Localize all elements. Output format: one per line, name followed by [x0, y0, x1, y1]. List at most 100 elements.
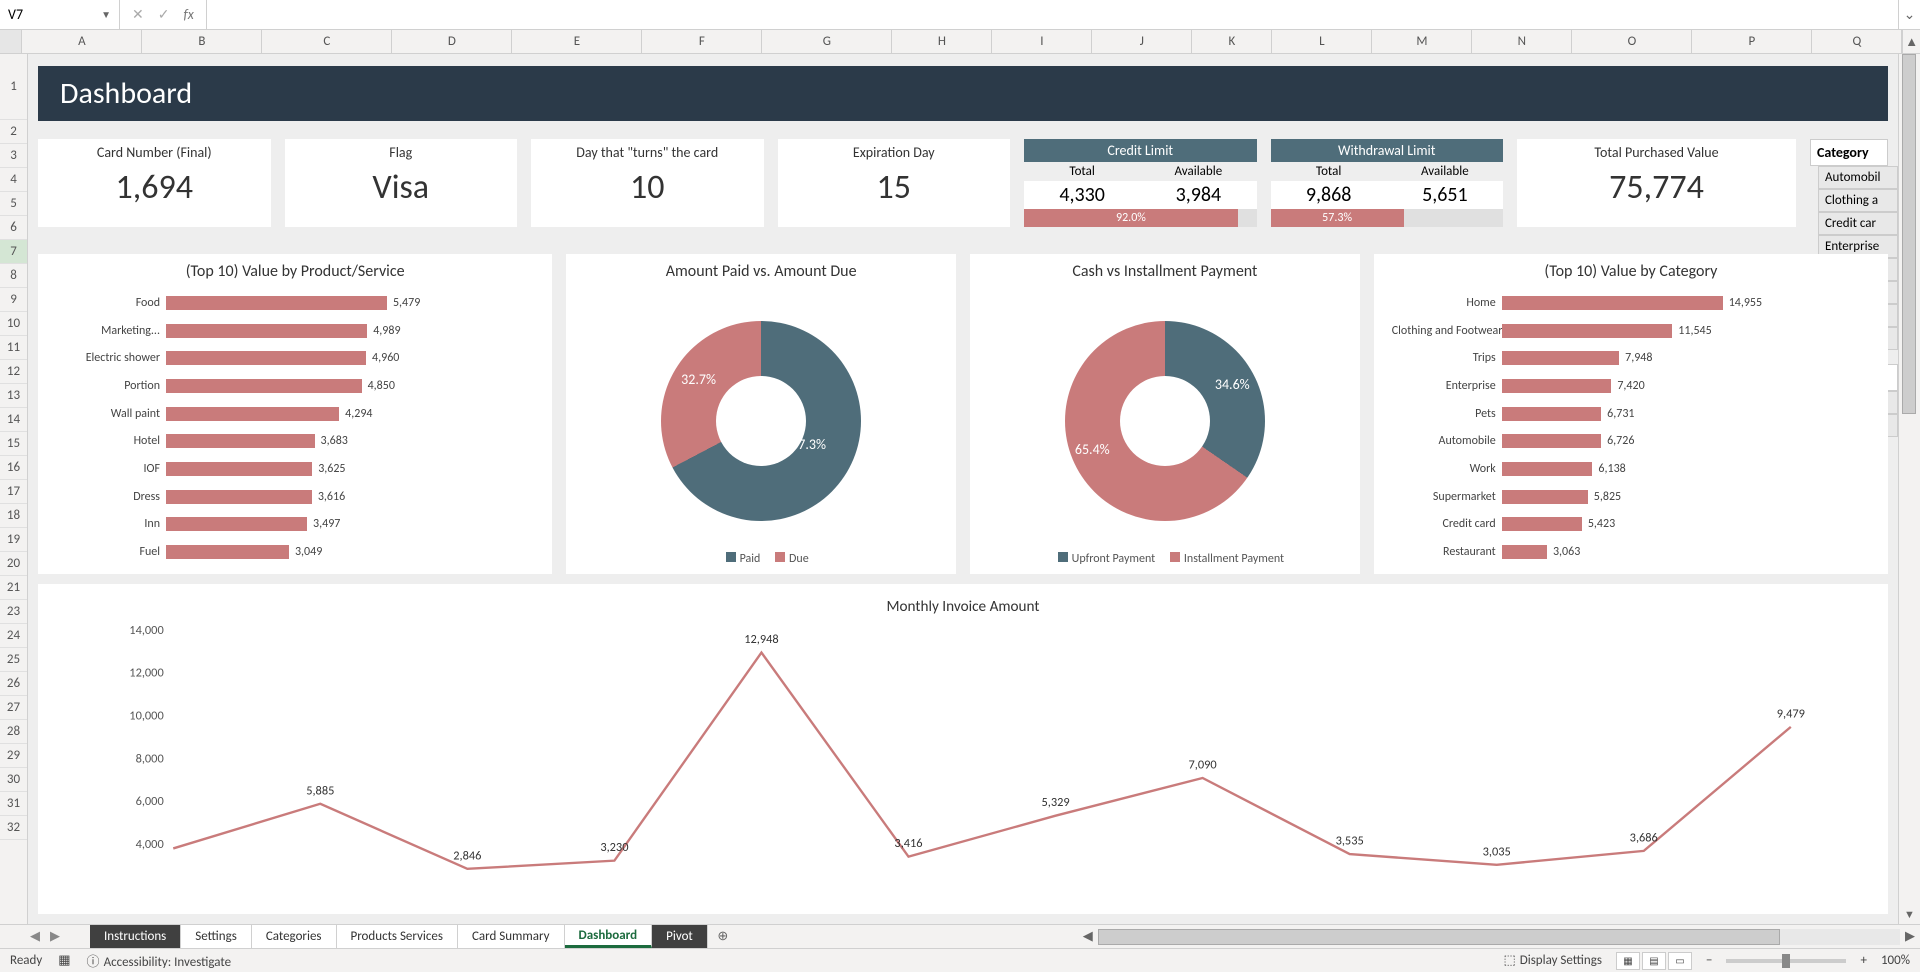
row-header-29[interactable]: 29: [0, 744, 27, 768]
sheet-tab-settings[interactable]: Settings: [181, 925, 252, 948]
row-header-12[interactable]: 12: [0, 360, 27, 384]
hscroll-right-icon[interactable]: ▶: [1900, 929, 1920, 944]
row-header-7[interactable]: 7: [0, 240, 27, 264]
add-sheet-button[interactable]: ⊕: [708, 925, 738, 948]
scroll-up-icon[interactable]: ▲: [1902, 30, 1920, 53]
chart-top-category[interactable]: (Top 10) Value by Category Home14,955Clo…: [1374, 254, 1888, 574]
hscroll-thumb[interactable]: [1098, 929, 1780, 945]
scroll-thumb[interactable]: [1902, 54, 1916, 414]
column-header-C[interactable]: C: [262, 30, 392, 53]
sheet-tab-card-summary[interactable]: Card Summary: [458, 925, 565, 948]
row-header-19[interactable]: 19: [0, 528, 27, 552]
chart-paid-due[interactable]: Amount Paid vs. Amount Due 67.3% 32.7% P…: [566, 254, 956, 574]
row-header-4[interactable]: 4: [0, 168, 27, 192]
column-header-H[interactable]: H: [892, 30, 992, 53]
slicer-item[interactable]: Clothing a: [1818, 189, 1898, 212]
row-header-11[interactable]: 11: [0, 336, 27, 360]
chart-monthly-invoice[interactable]: Monthly Invoice Amount4,0006,0008,00010,…: [38, 584, 1888, 914]
row-header-2[interactable]: 2: [0, 120, 27, 144]
normal-view-icon[interactable]: ▦: [1616, 952, 1640, 970]
row-header-26[interactable]: 26: [0, 672, 27, 696]
row-header-10[interactable]: 10: [0, 312, 27, 336]
row-header-23[interactable]: 23: [0, 600, 27, 624]
page-layout-icon[interactable]: ▤: [1642, 952, 1666, 970]
sheet-tab-products-services[interactable]: Products Services: [337, 925, 458, 948]
hbar-value: 6,726: [1601, 434, 1634, 448]
hbar-row: Credit card5,423: [1392, 517, 1870, 531]
row-header-14[interactable]: 14: [0, 408, 27, 432]
card-number-kpi: Card Number (Final) 1,694: [38, 139, 271, 227]
row-header-32[interactable]: 32: [0, 816, 27, 840]
column-header-L[interactable]: L: [1272, 30, 1372, 53]
cancel-icon[interactable]: ✕: [132, 6, 144, 23]
row-header-5[interactable]: 5: [0, 192, 27, 216]
row-header-21[interactable]: 21: [0, 576, 27, 600]
sheet-tab-instructions[interactable]: Instructions: [90, 925, 181, 948]
column-header-K[interactable]: K: [1192, 30, 1272, 53]
subheader-total: Total: [1024, 162, 1140, 181]
column-header-P[interactable]: P: [1692, 30, 1812, 53]
slicer-item[interactable]: Credit car: [1818, 212, 1898, 235]
formula-input[interactable]: [207, 0, 1898, 29]
column-header-D[interactable]: D: [392, 30, 512, 53]
confirm-icon[interactable]: ✓: [158, 6, 170, 23]
column-header-O[interactable]: O: [1572, 30, 1692, 53]
name-box[interactable]: V7 ▼: [0, 0, 120, 29]
row-header-17[interactable]: 17: [0, 480, 27, 504]
row-header-31[interactable]: 31: [0, 792, 27, 816]
sheet-tab-pivot[interactable]: Pivot: [652, 925, 708, 948]
withdraw-available: 5,651: [1387, 181, 1503, 209]
column-header-I[interactable]: I: [992, 30, 1092, 53]
chart-top-product[interactable]: (Top 10) Value by Product/Service Food5,…: [38, 254, 552, 574]
column-header-N[interactable]: N: [1472, 30, 1572, 53]
worksheet-content[interactable]: Dashboard Card Number (Final) 1,694 Flag…: [28, 54, 1898, 924]
column-header-J[interactable]: J: [1092, 30, 1192, 53]
svg-text:12,000: 12,000: [129, 666, 163, 681]
horizontal-scrollbar[interactable]: ◀ ▶: [1078, 925, 1920, 948]
row-header-28[interactable]: 28: [0, 720, 27, 744]
row-header-1[interactable]: 1: [0, 54, 27, 120]
page-break-icon[interactable]: ▭: [1668, 952, 1692, 970]
scroll-down-icon[interactable]: ▼: [1899, 904, 1920, 924]
column-header-Q[interactable]: Q: [1812, 30, 1902, 53]
sheet-tab-categories[interactable]: Categories: [252, 925, 337, 948]
row-header-20[interactable]: 20: [0, 552, 27, 576]
zoom-slider[interactable]: [1726, 959, 1846, 963]
tab-nav[interactable]: ◀ ▶: [0, 925, 90, 948]
sheet-tab-dashboard[interactable]: Dashboard: [565, 925, 653, 948]
column-header-E[interactable]: E: [512, 30, 642, 53]
row-header-30[interactable]: 30: [0, 768, 27, 792]
row-header-13[interactable]: 13: [0, 384, 27, 408]
hbar-value: 3,625: [312, 462, 345, 476]
tab-next-icon[interactable]: ▶: [50, 929, 60, 944]
select-all-corner[interactable]: [0, 30, 22, 53]
accessibility-status[interactable]: ⓘAccessibility: Investigate: [87, 951, 232, 970]
zoom-thumb[interactable]: [1782, 954, 1790, 968]
row-header-18[interactable]: 18: [0, 504, 27, 528]
row-header-15[interactable]: 15: [0, 432, 27, 456]
row-header-8[interactable]: 8: [0, 264, 27, 288]
vertical-scrollbar[interactable]: ▼: [1898, 54, 1920, 924]
row-header-6[interactable]: 6: [0, 216, 27, 240]
column-header-B[interactable]: B: [142, 30, 262, 53]
hbar-row: Wall paint4,294: [56, 407, 534, 421]
formula-expand-icon[interactable]: ⌄: [1898, 0, 1920, 29]
column-header-A[interactable]: A: [22, 30, 142, 53]
column-header-F[interactable]: F: [642, 30, 762, 53]
hscroll-left-icon[interactable]: ◀: [1078, 929, 1098, 944]
hbar-row: Portion4,850: [56, 379, 534, 393]
legend-upfront: Upfront Payment: [1072, 552, 1155, 566]
row-header-24[interactable]: 24: [0, 624, 27, 648]
row-header-3[interactable]: 3: [0, 144, 27, 168]
row-header-16[interactable]: 16: [0, 456, 27, 480]
fx-icon[interactable]: fx: [183, 6, 193, 23]
row-header-25[interactable]: 25: [0, 648, 27, 672]
column-header-G[interactable]: G: [762, 30, 892, 53]
name-box-dropdown-icon[interactable]: ▼: [101, 8, 111, 21]
chart-cash-installment[interactable]: Cash vs Installment Payment 34.6% 65.4% …: [970, 254, 1360, 574]
tab-prev-icon[interactable]: ◀: [30, 929, 40, 944]
slicer-item[interactable]: Automobil: [1818, 166, 1898, 189]
column-header-M[interactable]: M: [1372, 30, 1472, 53]
row-header-9[interactable]: 9: [0, 288, 27, 312]
row-header-27[interactable]: 27: [0, 696, 27, 720]
